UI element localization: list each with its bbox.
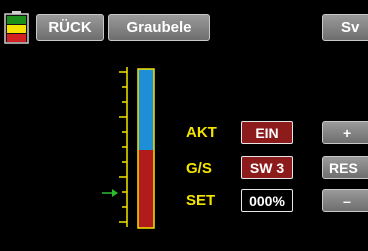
increase-button[interactable]: + bbox=[322, 121, 368, 144]
gs-label: G/S bbox=[186, 160, 212, 177]
set-value-button[interactable]: 000% bbox=[241, 189, 293, 212]
akt-value-button[interactable]: EIN bbox=[241, 121, 293, 144]
akt-label: AKT bbox=[186, 124, 217, 141]
screen: RÜCK Graubele Sv AKT G/S SET EIN SW 3 00… bbox=[0, 0, 368, 251]
battery-icon bbox=[4, 11, 29, 44]
back-button[interactable]: RÜCK bbox=[36, 14, 104, 41]
servo-view-button[interactable]: Sv bbox=[322, 14, 368, 41]
decrease-button[interactable]: – bbox=[322, 189, 368, 212]
reset-button[interactable]: RES bbox=[322, 156, 368, 179]
set-label: SET bbox=[186, 192, 216, 209]
model-name-button[interactable]: Graubele bbox=[108, 14, 210, 41]
gyro-position-bar bbox=[116, 67, 160, 232]
gs-switch-button[interactable]: SW 3 bbox=[241, 156, 293, 179]
set-position-arrow-icon bbox=[102, 189, 118, 197]
